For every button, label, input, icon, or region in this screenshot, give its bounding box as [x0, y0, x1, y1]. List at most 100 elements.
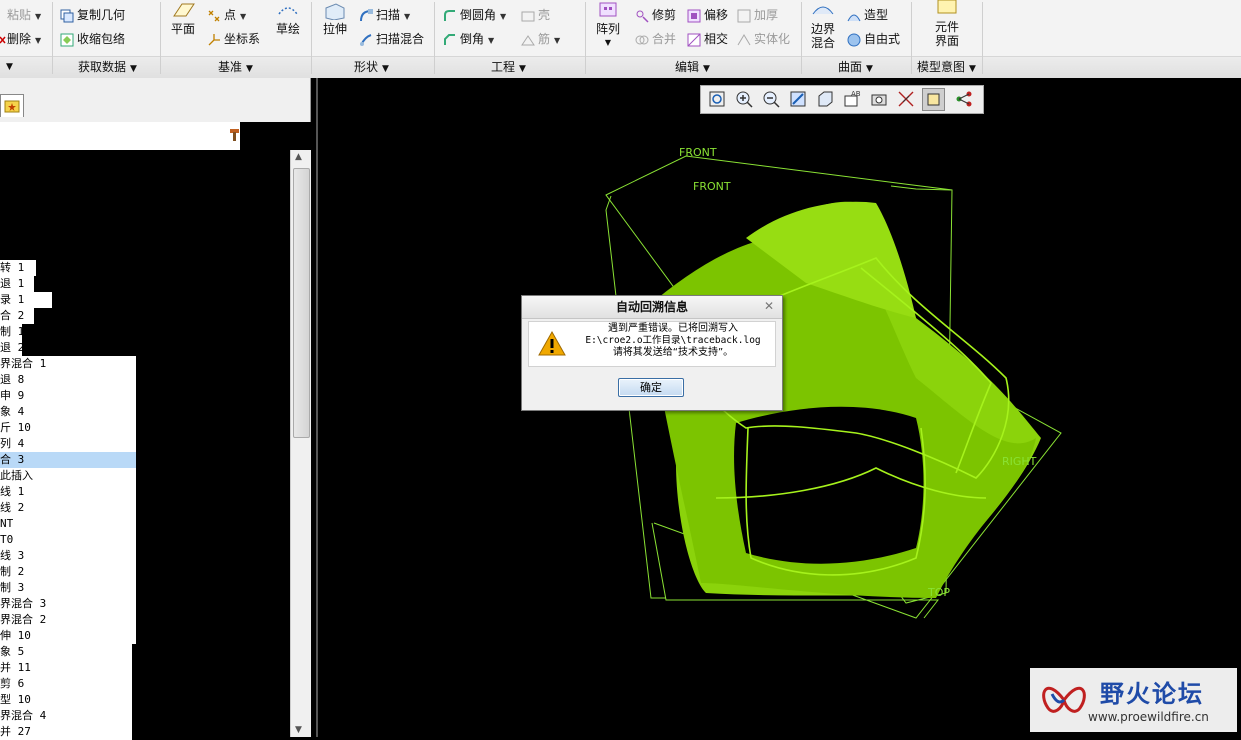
tree-item[interactable]: 制 3 — [0, 580, 136, 596]
pattern-icon — [599, 2, 617, 17]
swept-blend-button[interactable]: 扫描混合 — [359, 30, 424, 48]
delete-button[interactable]: 删除 ▼ — [0, 30, 41, 48]
tree-item[interactable]: 界混合 1 — [0, 356, 136, 372]
shrinkwrap-button[interactable]: 收缩包络 — [60, 30, 125, 48]
offset-icon — [687, 9, 701, 23]
shell-button[interactable]: 壳 — [521, 6, 550, 24]
copy-geometry-button[interactable]: 复制几何 — [60, 6, 125, 24]
display-style-button[interactable] — [814, 88, 836, 110]
csys-button[interactable]: 坐标系 — [207, 30, 260, 48]
sweep-icon — [359, 8, 373, 23]
tree-item[interactable]: T0 — [0, 532, 136, 548]
tree-item[interactable]: 象 4 — [0, 404, 136, 420]
paste-button[interactable]: 粘贴 ▼ — [0, 6, 41, 24]
chamfer-button[interactable]: 倒角 ▼ — [443, 30, 494, 48]
tree-item[interactable]: 合 2 — [0, 308, 34, 324]
tree-item[interactable]: 列 4 — [0, 436, 136, 452]
style-button[interactable]: 造型 — [847, 6, 888, 24]
round-button[interactable]: 倒圆角 ▼ — [443, 6, 506, 24]
offset-button[interactable]: 偏移 — [687, 6, 728, 24]
component-interface-button[interactable]: 元件 界面 — [928, 0, 966, 48]
scrollbar-thumb[interactable] — [293, 168, 310, 438]
tree-item[interactable]: 退 8 — [0, 372, 136, 388]
tree-item[interactable]: 合 3 — [0, 452, 136, 468]
tree-filter-bar[interactable] — [0, 122, 240, 150]
tree-item[interactable]: 制 2 — [0, 564, 136, 580]
editing-group[interactable]: 编辑 ▼ — [675, 58, 710, 75]
shapes-group[interactable]: 形状 ▼ — [354, 58, 389, 75]
right-label: RIGHT — [1002, 455, 1037, 468]
trim-button[interactable]: 修剪 — [635, 6, 676, 24]
tree-item[interactable]: 界混合 2 — [0, 612, 136, 628]
freestyle-button[interactable]: 自由式 — [847, 30, 900, 48]
ok-button[interactable]: 确定 — [618, 378, 684, 397]
annotation-display-button[interactable] — [953, 88, 975, 110]
close-icon[interactable]: ✕ — [764, 299, 774, 313]
tree-item[interactable]: 申 9 — [0, 388, 136, 404]
zoom-in-button[interactable] — [733, 88, 755, 110]
tree-item[interactable]: 并 11 — [0, 660, 132, 676]
merge-button[interactable]: 合并 — [635, 30, 676, 48]
refit-icon — [709, 91, 725, 107]
get-data-group[interactable]: 获取数据 ▼ — [78, 58, 137, 75]
view-manager-button[interactable] — [868, 88, 890, 110]
point-button[interactable]: 点 ▼ — [207, 6, 246, 24]
clipboard-group-arrow[interactable]: ▼ — [2, 58, 13, 72]
repaint-button[interactable] — [787, 88, 809, 110]
tree-item[interactable]: 此插入 — [0, 468, 136, 484]
tree-item[interactable]: 线 1 — [0, 484, 136, 500]
rib-button[interactable]: 筋 ▼ — [521, 30, 560, 48]
copy-geometry-icon — [60, 9, 74, 23]
tree-scrollbar[interactable]: ▲ ▼ — [290, 150, 311, 737]
pattern-button[interactable]: 阵列 ▼ — [592, 2, 624, 50]
tree-item[interactable]: NT — [0, 516, 136, 532]
thicken-button[interactable]: 加厚 — [737, 6, 778, 24]
tree-item[interactable]: 伸 10 — [0, 628, 136, 644]
tree-item[interactable]: 退 1 — [0, 276, 34, 292]
tree-item[interactable]: 型 10 — [0, 692, 132, 708]
model-tree-tab[interactable] — [0, 94, 24, 117]
tree-item[interactable]: 斤 10 — [0, 420, 136, 436]
datum-group[interactable]: 基准 ▼ — [218, 58, 253, 75]
tree-item[interactable]: 录 1 — [0, 292, 52, 308]
tree-item[interactable]: 剪 6 — [0, 676, 132, 692]
surfaces-group[interactable]: 曲面 ▼ — [838, 58, 873, 75]
settings-hammer-icon[interactable] — [228, 128, 240, 142]
tree-item[interactable]: 退 2 — [0, 340, 22, 356]
intersect-button[interactable]: 相交 — [687, 30, 728, 48]
tree-item[interactable]: 象 5 — [0, 644, 132, 660]
tree-item[interactable]: 并 27 — [0, 724, 132, 740]
shrinkwrap-icon — [60, 33, 74, 47]
model-tree-panel: ▲ ▼ 转 1退 1录 1合 2制 1退 2 界混合 1退 8申 9象 4斤 10… — [0, 78, 316, 740]
spin-center-button[interactable] — [922, 88, 945, 111]
watermark: 野火论坛 www.proewildfire.cn — [1030, 668, 1237, 732]
dialog-message: 遇到严重错误。已将回溯写入 E:\croe2.o工作目录\traceback.l… — [573, 323, 773, 359]
tree-item[interactable]: 制 1 — [0, 324, 22, 340]
boundary-blend-button[interactable]: 边界 混合 — [806, 2, 840, 50]
traceback-dialog: 自动回溯信息 ✕ 遇到严重错误。已将回溯写入 E:\croe2.o工作目录\tr… — [521, 295, 783, 411]
scroll-up-arrow-icon[interactable]: ▲ — [295, 152, 302, 162]
engineering-group[interactable]: 工程 ▼ — [491, 58, 526, 75]
plane-button[interactable]: 平面 — [168, 2, 198, 36]
tree-item[interactable]: 转 1 — [0, 260, 36, 276]
refit-button[interactable] — [706, 88, 728, 110]
graphics-toolbar: AB — [700, 85, 984, 114]
dialog-line-1: 遇到严重错误。已将回溯写入 — [608, 323, 738, 334]
zoom-out-button[interactable] — [760, 88, 782, 110]
tree-item[interactable]: 界混合 4 — [0, 708, 132, 724]
tree-item[interactable]: 界混合 3 — [0, 596, 136, 612]
sketch-button[interactable]: 草绘 — [272, 2, 304, 36]
delete-icon — [0, 33, 6, 47]
tree-item[interactable]: 线 3 — [0, 548, 136, 564]
datum-display-button[interactable] — [895, 88, 917, 110]
dialog-title: 自动回溯信息 — [522, 296, 782, 319]
saved-views-button[interactable]: AB — [841, 88, 863, 110]
sweep-button[interactable]: 扫描 ▼ — [359, 6, 410, 24]
front-label-2: FRONT — [693, 180, 731, 193]
model-intent-group[interactable]: 模型意图 ▼ — [917, 58, 976, 75]
csys-icon — [207, 33, 221, 47]
scroll-down-arrow-icon[interactable]: ▼ — [295, 725, 302, 735]
tree-item[interactable]: 线 2 — [0, 500, 136, 516]
extrude-button[interactable]: 拉伸 — [318, 2, 352, 36]
solidify-button[interactable]: 实体化 — [737, 30, 790, 48]
